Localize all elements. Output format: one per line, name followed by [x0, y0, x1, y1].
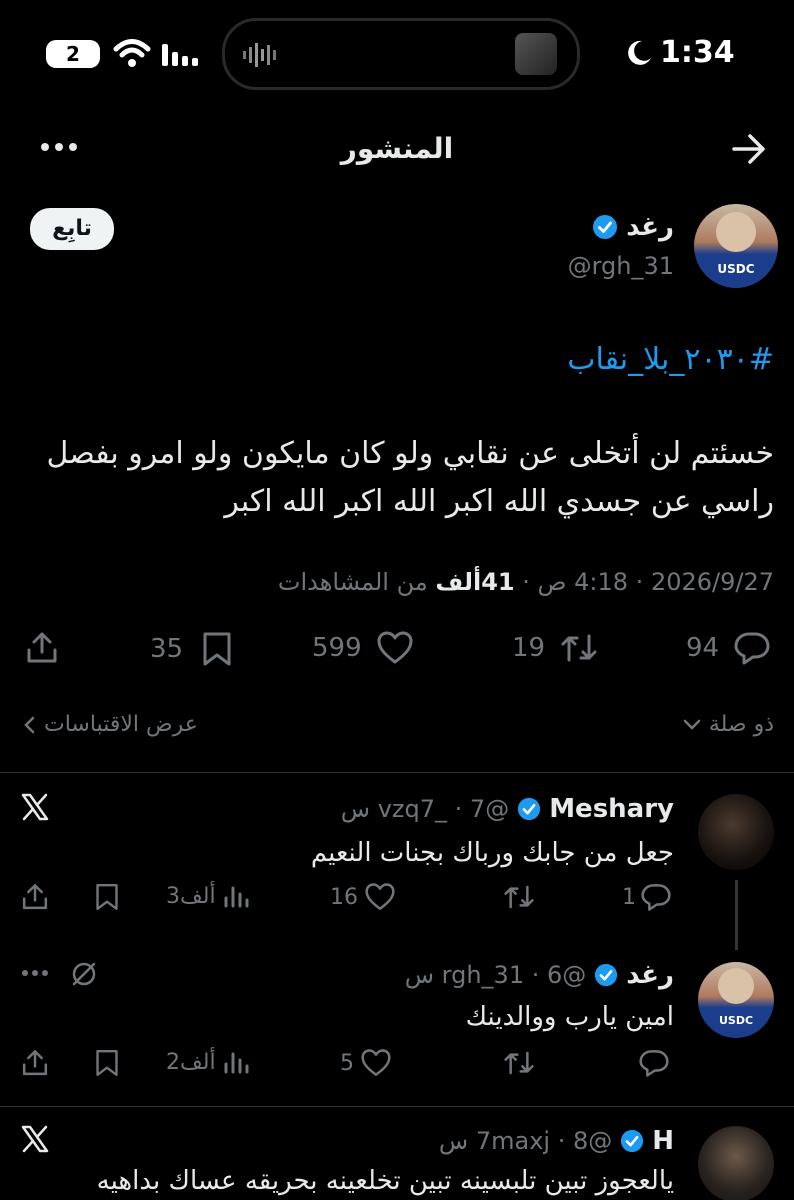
reply-views-count: 2ألف: [166, 1049, 216, 1075]
reply-views-count: 3ألف: [166, 883, 216, 909]
reply-header: H @7maxj · 8 س: [439, 1126, 674, 1156]
post-hashtag[interactable]: #٢٠٣٠_بلا_نقاب: [567, 342, 774, 377]
share-button[interactable]: [24, 630, 60, 666]
reply-header: رغد @rgh_31 · 6 س: [405, 960, 674, 990]
views-icon: [224, 886, 249, 908]
repost-button[interactable]: 19: [512, 630, 599, 666]
share-icon: [27, 632, 57, 663]
section-divider: [0, 772, 794, 773]
comment-icon: [734, 632, 770, 665]
post-text-line-1: خسئتم لن أتخلى عن نقابي ولو كان مايكون و…: [46, 436, 774, 471]
view-quotes-link[interactable]: عرض الاقتباسات: [22, 712, 198, 737]
reply-repost-button[interactable]: [502, 882, 536, 912]
section-divider: [0, 1106, 794, 1107]
author-handle[interactable]: @rgh_31: [568, 252, 674, 280]
wifi-icon: [112, 36, 152, 70]
like-count: 599: [312, 633, 362, 663]
author-name-row[interactable]: رغد: [592, 212, 674, 242]
reply-author-name[interactable]: رغد: [626, 960, 674, 990]
verified-badge-icon: [592, 214, 618, 240]
x-logo-icon[interactable]: [20, 1124, 50, 1154]
reply-like-button[interactable]: 5: [340, 1048, 392, 1078]
share-icon: [22, 884, 48, 910]
reply-like-button[interactable]: 16: [330, 882, 396, 912]
reply-share-button[interactable]: [20, 1048, 50, 1078]
heart-icon: [365, 883, 395, 910]
verified-badge-icon: [517, 797, 541, 821]
reply-author-name[interactable]: Meshary: [549, 794, 674, 824]
reply-text: جعل من جابك ورباك بجنات النعيم: [310, 838, 674, 868]
x-logo-icon[interactable]: [20, 792, 50, 822]
back-arrow-icon[interactable]: [730, 132, 768, 166]
comment-icon: [639, 1050, 669, 1077]
post-meta: 2026/9/27 · 4:18 ص · 41ألف من المشاهدات: [278, 568, 774, 596]
chevron-down-icon: [683, 719, 701, 730]
reply-author-name[interactable]: H: [652, 1126, 674, 1156]
like-button[interactable]: 599: [312, 630, 414, 666]
signal-icon: [160, 40, 204, 68]
reply-thread-line: [735, 880, 738, 950]
reply-repost-button[interactable]: [502, 1048, 536, 1078]
author-avatar[interactable]: USDC: [694, 204, 778, 288]
related-toggle[interactable]: ذو صلة: [683, 712, 774, 737]
bookmark-count: 35: [150, 634, 184, 664]
repost-icon: [561, 634, 597, 662]
more-options-icon[interactable]: [22, 968, 48, 978]
reply-bookmark-button[interactable]: [94, 1048, 120, 1078]
post-date: 2026/9/27 · 4:18 ص ·: [522, 568, 774, 596]
follow-button[interactable]: تابِع: [30, 208, 114, 250]
post-views-count: 41ألف: [435, 568, 515, 596]
share-icon: [22, 1050, 48, 1076]
reply-like-count: 16: [330, 884, 358, 910]
hidden-reply-icon[interactable]: [70, 960, 98, 988]
audio-waveform-icon: [239, 39, 289, 71]
heart-icon: [361, 1049, 391, 1076]
repost-icon: [504, 885, 534, 909]
author-name[interactable]: رغد: [626, 212, 674, 242]
reply-views-button[interactable]: 2ألف: [166, 1048, 250, 1076]
repost-icon: [504, 1051, 534, 1075]
reply-comment-button[interactable]: [638, 1048, 670, 1078]
bookmark-icon: [96, 1049, 118, 1077]
reply-share-button[interactable]: [20, 882, 50, 912]
reply-handle-time: @rgh_31 · 6 س: [404, 961, 587, 989]
page-title: المنشور: [340, 132, 454, 165]
dynamic-island[interactable]: [222, 18, 580, 90]
reply-like-count: 5: [340, 1050, 354, 1076]
reply-handle-time: @7maxj · 8 س: [438, 1127, 613, 1155]
reply-comment-count: 1: [622, 884, 636, 910]
bookmark-button[interactable]: 35: [150, 630, 233, 668]
views-icon: [224, 1052, 249, 1074]
bookmark-icon: [203, 632, 231, 666]
chevron-left-icon: [24, 716, 35, 733]
reply-avatar[interactable]: [698, 1126, 774, 1200]
bookmark-icon: [96, 883, 118, 911]
reply-comment-button[interactable]: 1: [622, 882, 672, 912]
reply-avatar[interactable]: [698, 794, 774, 870]
reply-text: يالعجوز تبين تلبسينه تبين تخلعينه بحريقه…: [96, 1166, 674, 1196]
verified-badge-icon: [620, 1129, 644, 1153]
reply-bookmark-button[interactable]: [94, 882, 120, 912]
reply-text: امين يارب ووالدينك: [465, 1002, 674, 1032]
heart-icon: [377, 631, 413, 664]
post-views-label: من المشاهدات: [277, 568, 428, 596]
notification-badge: 2: [46, 40, 100, 68]
reply-count: 94: [686, 633, 720, 663]
moon-icon: [624, 38, 654, 68]
reply-avatar[interactable]: USDC: [698, 962, 774, 1038]
reply-header: Meshary @vzq7_ · 7 س: [341, 794, 674, 824]
clock-time: 1:34: [660, 35, 735, 70]
comment-icon: [641, 884, 671, 911]
related-label: ذو صلة: [708, 712, 774, 737]
reply-views-button[interactable]: 3ألف: [166, 882, 250, 910]
post-text-line-2: راسي عن جسدي الله اكبر الله اكبر الله اك…: [224, 484, 774, 519]
reply-button[interactable]: 94: [686, 630, 771, 666]
reply-handle-time: @vzq7_ · 7 س: [340, 795, 510, 823]
repost-count: 19: [512, 633, 546, 663]
verified-badge-icon: [594, 963, 618, 987]
now-playing-artwork: [515, 33, 557, 75]
view-quotes-label: عرض الاقتباسات: [44, 712, 198, 737]
